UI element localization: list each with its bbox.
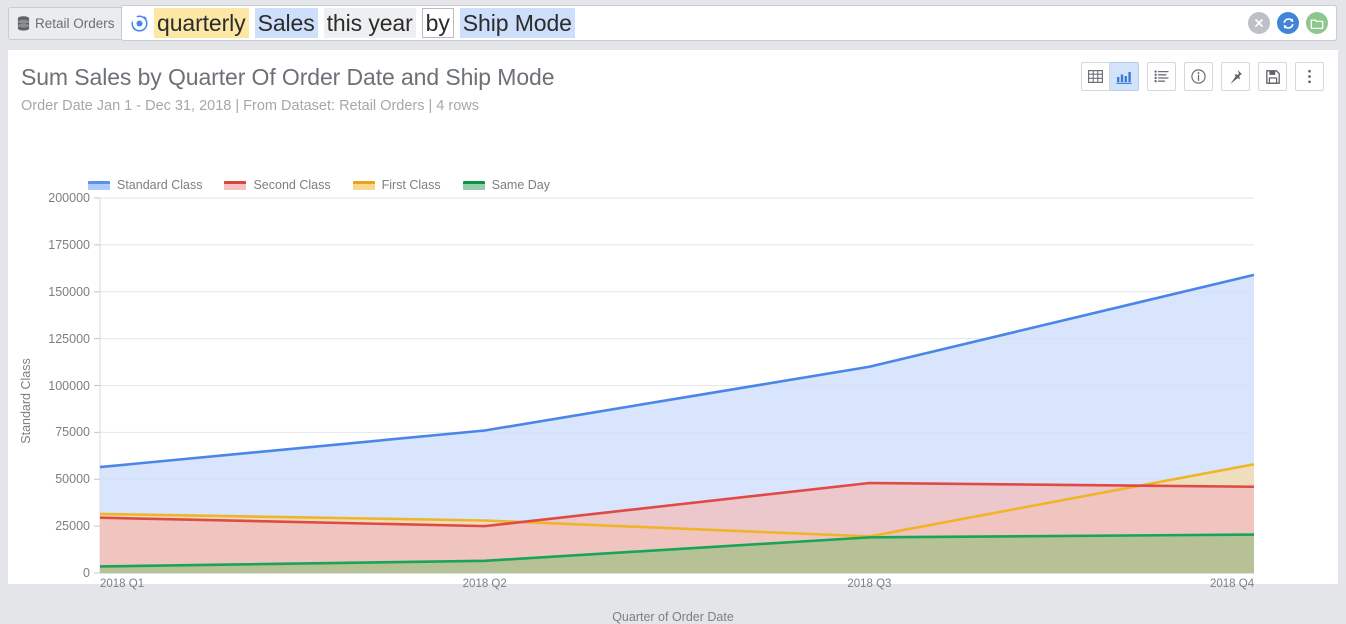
y-axis-tick: 125000 [48,331,90,346]
card-subtitle: Order Date Jan 1 - Dec 31, 2018 | From D… [21,98,480,114]
legend-item-second-class[interactable]: Second Class [224,178,331,192]
y-axis-tick: 150000 [48,284,90,299]
search-token-by[interactable]: by [421,8,454,38]
x-axis-tick: 2018 Q3 [847,578,892,590]
search-input[interactable]: quarterly Sales this year by Ship Mode [121,5,1337,41]
search-query-tokens[interactable]: quarterly Sales this year by Ship Mode [154,8,575,38]
chart-legend: Standard Class Second Class First Class … [88,178,550,192]
y-axis-tick: 0 [83,566,90,580]
legend-label: Standard Class [117,178,203,192]
chart-plot-area [94,197,1255,574]
legend-label: First Class [381,178,441,192]
y-axis-tick: 175000 [48,237,90,252]
search-token-quarterly[interactable]: quarterly [154,8,249,38]
y-axis-tick: 75000 [55,425,90,440]
dataset-tab-retail-orders[interactable]: Retail Orders [8,6,125,40]
view-toggle-group [1081,62,1139,91]
visualization-card: Sum Sales by Quarter Of Order Date and S… [8,50,1338,624]
more-options-button[interactable] [1295,62,1324,91]
column-list-button[interactable] [1147,62,1176,91]
legend-item-same-day[interactable]: Same Day [462,178,550,192]
area-chart: Standard Class Second Class First Class … [8,170,1338,624]
search-actions [1248,12,1328,34]
legend-item-first-class[interactable]: First Class [352,178,441,192]
database-icon [17,15,30,31]
legend-label: Same Day [491,178,550,192]
card-toolbar [1081,62,1324,91]
table-view-button[interactable] [1081,62,1110,91]
y-axis-tick: 25000 [55,519,90,534]
x-axis-ticks: 2018 Q1 2018 Q2 2018 Q3 2018 Q4 [100,578,1254,598]
y-axis-tick: 50000 [55,472,90,487]
top-search-bar: Retail Orders quarterly Sales this year … [0,0,1346,46]
legend-swatch [352,180,375,190]
open-folder-button[interactable] [1306,12,1328,34]
legend-swatch [224,180,247,190]
y-axis-tick: 100000 [48,378,90,393]
magic-search-icon [130,14,149,33]
search-token-sales[interactable]: Sales [254,8,318,38]
save-button[interactable] [1258,62,1287,91]
chart-view-button[interactable] [1110,62,1139,91]
legend-swatch [462,180,485,190]
clear-search-button[interactable] [1248,12,1270,34]
refresh-button[interactable] [1277,12,1299,34]
search-token-ship-mode[interactable]: Ship Mode [459,8,575,38]
x-axis-tick: 2018 Q1 [100,578,145,590]
y-axis-ticks: 0 25000 50000 75000 100000 125000 150000 175000… [18,170,90,584]
dataset-tab-label: Retail Orders [35,15,115,31]
x-axis-tick: 2018 Q2 [462,578,507,590]
legend-swatch [88,180,110,190]
search-token-this-year[interactable]: this year [323,8,416,38]
y-axis-tick: 200000 [48,191,90,205]
pin-button[interactable] [1221,62,1250,91]
info-button[interactable] [1184,62,1213,91]
legend-label: Second Class [253,178,331,192]
page-title: Sum Sales by Quarter Of Order Date and S… [21,64,555,90]
x-axis-tick: 2018 Q4 [1210,578,1255,590]
x-axis-label: Quarter of Order Date [612,610,734,624]
legend-item-standard-class[interactable]: Standard Class [88,178,202,192]
